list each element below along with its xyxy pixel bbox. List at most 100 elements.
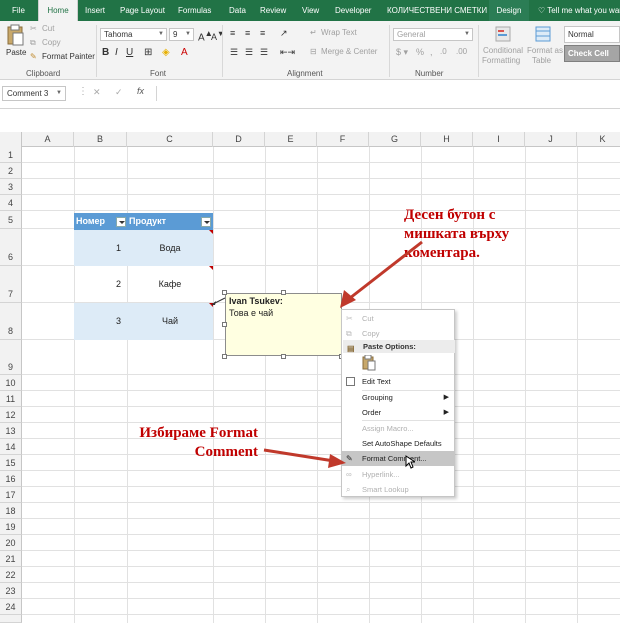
currency-icon[interactable]: $ ▾ <box>396 47 408 58</box>
paste-option-keep-source[interactable] <box>362 354 376 371</box>
number-format-select[interactable]: General ▼ <box>393 28 473 41</box>
decrease-decimal-icon[interactable]: .00 <box>456 47 467 56</box>
merge-center-button[interactable]: ⊟ Merge & Center <box>310 47 382 58</box>
row-header-9[interactable]: 9 <box>0 340 22 375</box>
column-header-k[interactable]: K <box>577 132 620 147</box>
menu-item-order[interactable]: Order ▶ <box>342 405 454 420</box>
tab-review[interactable]: Review <box>260 0 286 21</box>
menu-item-smart-lookup[interactable]: ⌕ Smart Lookup <box>342 482 454 497</box>
comma-icon[interactable]: , <box>430 47 433 57</box>
column-header-d[interactable]: D <box>213 132 265 147</box>
resize-handle[interactable] <box>281 354 286 359</box>
align-left-icon[interactable]: ☰ <box>230 47 238 58</box>
filter-dropdown-icon[interactable] <box>201 217 211 227</box>
column-header-j[interactable]: J <box>525 132 577 147</box>
orientation-icon[interactable]: ↗ <box>280 28 288 39</box>
row-header-8[interactable]: 8 <box>0 303 22 340</box>
menu-item-copy[interactable]: ⧉ Copy <box>342 326 454 341</box>
row-header-3[interactable]: 3 <box>0 179 22 195</box>
row-header-24[interactable]: 24 <box>0 599 22 615</box>
row-header-22[interactable]: 22 <box>0 567 22 583</box>
row-header-7[interactable]: 7 <box>0 266 22 303</box>
row-header-23[interactable]: 23 <box>0 583 22 599</box>
column-header-e[interactable]: E <box>265 132 317 147</box>
align-middle-icon[interactable]: ≡ <box>245 28 250 38</box>
bold-icon[interactable]: B <box>102 47 109 58</box>
fill-color-icon[interactable]: ◈ <box>162 47 170 58</box>
row-header-21[interactable]: 21 <box>0 551 22 567</box>
percent-icon[interactable]: % <box>416 47 424 57</box>
table-cell-num[interactable]: 3 <box>74 303 127 340</box>
row-header-20[interactable]: 20 <box>0 535 22 551</box>
tab-kolichestveni-smetki[interactable]: КОЛИЧЕСТВЕНИ СМЕТКИ <box>387 0 487 21</box>
paste-button[interactable]: Paste <box>4 24 26 64</box>
column-header-b[interactable]: B <box>74 132 127 147</box>
menu-item-hyperlink[interactable]: ∞ Hyperlink... <box>342 467 454 482</box>
table-cell-product[interactable]: Вода <box>127 230 213 266</box>
comment-text[interactable]: Това е чай <box>229 308 273 318</box>
conditional-formatting-button[interactable]: Conditional Formatting <box>481 24 525 68</box>
menu-item-cut[interactable]: ✂ Cut <box>342 311 454 326</box>
row-header-1[interactable]: 1 <box>0 147 22 163</box>
menu-item-assign-macro[interactable]: Assign Macro... <box>342 421 454 436</box>
row-header-19[interactable]: 19 <box>0 519 22 535</box>
menu-item-grouping[interactable]: Grouping ▶ <box>342 390 454 405</box>
menu-item-format-comment[interactable]: ✎ Format Comment... <box>342 451 454 466</box>
table-header-nomer[interactable]: Номер <box>74 213 127 230</box>
filter-dropdown-icon[interactable] <box>116 217 126 227</box>
column-header-c[interactable]: C <box>127 132 213 147</box>
resize-handle[interactable] <box>281 290 286 295</box>
row-header-15[interactable]: 15 <box>0 455 22 471</box>
align-bottom-icon[interactable]: ≡ <box>260 28 265 38</box>
row-header-2[interactable]: 2 <box>0 163 22 179</box>
tab-insert[interactable]: Insert <box>85 0 105 21</box>
row-header-4[interactable]: 4 <box>0 195 22 211</box>
wrap-text-button[interactable]: ↵ Wrap Text <box>310 28 360 39</box>
column-header-g[interactable]: G <box>369 132 421 147</box>
column-header-a[interactable]: A <box>22 132 74 147</box>
row-header-14[interactable]: 14 <box>0 439 22 455</box>
borders-icon[interactable]: ⊞ <box>144 47 152 58</box>
tab-formulas[interactable]: Formulas <box>178 0 211 21</box>
table-cell-num[interactable]: 2 <box>74 266 127 303</box>
row-header-16[interactable]: 16 <box>0 471 22 487</box>
menu-item-set-autoshape-defaults[interactable]: Set AutoShape Defaults <box>342 436 454 451</box>
resize-handle[interactable] <box>222 354 227 359</box>
tab-data[interactable]: Data <box>229 0 246 21</box>
table-cell-product[interactable]: Кафе <box>127 266 213 303</box>
select-all-corner[interactable] <box>0 132 22 147</box>
row-header-17[interactable]: 17 <box>0 487 22 503</box>
tab-view[interactable]: View <box>302 0 319 21</box>
row-header-10[interactable]: 10 <box>0 375 22 391</box>
tab-design[interactable]: Design <box>489 0 529 21</box>
tab-file[interactable]: File <box>12 0 25 21</box>
row-header-25[interactable] <box>0 615 22 623</box>
align-right-icon[interactable]: ☰ <box>260 47 268 58</box>
resize-handle[interactable] <box>222 322 227 327</box>
table-header-produkt[interactable]: Продукт <box>127 213 213 230</box>
align-center-icon[interactable]: ☰ <box>245 47 253 58</box>
tell-me-box[interactable]: ♡ Tell me what you wan <box>538 0 620 21</box>
row-header-13[interactable]: 13 <box>0 423 22 439</box>
indent-icon[interactable]: ⇤⇥ <box>280 47 295 58</box>
row-header-6[interactable]: 6 <box>0 229 22 266</box>
font-color-icon[interactable]: A <box>181 47 188 58</box>
name-box[interactable]: Comment 3 ▼ <box>2 86 66 101</box>
row-header-11[interactable]: 11 <box>0 391 22 407</box>
format-as-table-button[interactable]: Format as Table <box>526 24 563 68</box>
italic-icon[interactable]: I <box>115 47 118 58</box>
cancel-icon[interactable]: ✕ <box>93 87 101 98</box>
align-top-icon[interactable]: ≡ <box>230 28 235 38</box>
tab-page-layout[interactable]: Page Layout <box>120 0 165 21</box>
font-name-select[interactable]: Tahoma ▼ <box>100 28 167 41</box>
style-check-cell[interactable]: Check Cell <box>564 45 620 62</box>
row-header-12[interactable]: 12 <box>0 407 22 423</box>
tab-home[interactable]: Home <box>38 0 78 22</box>
column-header-h[interactable]: H <box>421 132 473 147</box>
copy-button[interactable]: ⧉ Copy <box>30 38 70 49</box>
style-normal[interactable]: Normal <box>564 26 620 43</box>
column-header-f[interactable]: F <box>317 132 369 147</box>
increase-decimal-icon[interactable]: .0 <box>440 47 447 56</box>
font-size-select[interactable]: 9 ▼ <box>169 28 194 41</box>
table-cell-num[interactable]: 1 <box>74 230 127 266</box>
